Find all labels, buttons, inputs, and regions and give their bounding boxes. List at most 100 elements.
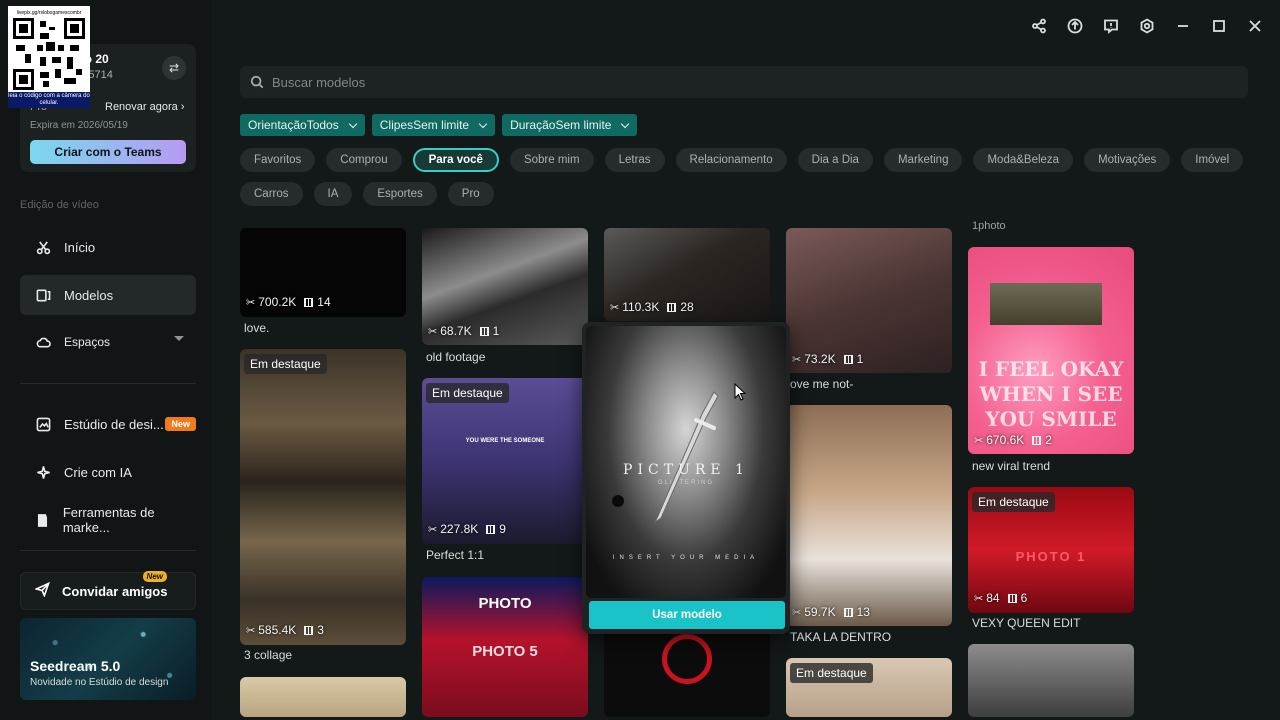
chip-ia[interactable]: IA xyxy=(313,182,353,206)
chip-para-voce[interactable]: Para você xyxy=(412,148,499,172)
card-stats: ✂ 585.4K 3 xyxy=(246,623,324,637)
template-card[interactable]: Em destaque ✂ 585.4K 3 xyxy=(240,349,406,645)
feedback-icon[interactable] xyxy=(1100,12,1122,40)
minimize-icon[interactable] xyxy=(1172,12,1194,40)
template-card[interactable]: ✂ 73.2K 1 xyxy=(786,228,952,373)
template-card[interactable]: Em destaque YOU WERE THE SOMEONE ✂ 227.8K… xyxy=(422,378,588,544)
card-stats: ✂ 227.8K 9 xyxy=(428,522,506,536)
card-stats: ✂ 68.7K 1 xyxy=(428,324,500,338)
card-overlay-text: I FEEL OKAY WHEN I SEE YOU SMILE xyxy=(978,357,1124,431)
qr-code-icon xyxy=(13,18,85,90)
sidebar-item-ai[interactable]: Crie com IA xyxy=(20,452,196,492)
sidebar: obo 20 0365714 ⇄ Pro Renovar agora › Exp… xyxy=(0,0,212,720)
invite-friends-button[interactable]: Convidar amigos New xyxy=(20,571,196,610)
chip-motivacoes[interactable]: Motivações xyxy=(1084,148,1171,172)
sidebar-item-label: Ferramentas de marke... xyxy=(62,505,155,535)
filter-clips[interactable]: ClipesSem limite xyxy=(371,114,496,136)
upload-icon[interactable] xyxy=(1064,12,1086,40)
main-content: Buscar modelos OrientaçãoTodos ClipesSem… xyxy=(212,0,1280,720)
sidebar-item-label: Início xyxy=(64,239,96,255)
seedream-promo-banner[interactable]: Seedream 5.0 Novidade no Estúdio de desi… xyxy=(20,618,196,700)
chevron-right-icon: › xyxy=(180,101,185,113)
scissors-icon: ✂ xyxy=(792,606,802,619)
card-caption: 1photo xyxy=(972,220,1006,232)
chip-sobre-mim[interactable]: Sobre mim xyxy=(509,148,594,172)
featured-badge: Em destaque xyxy=(426,383,509,403)
mouse-cursor-icon xyxy=(734,383,747,401)
qr-overlay: livepix.gg/rslobogamescombr leia o códig… xyxy=(8,6,90,108)
sidebar-item-design-studio[interactable]: Estúdio de desi... New xyxy=(20,404,196,444)
chip-letras[interactable]: Letras xyxy=(604,148,665,172)
promo-title: Seedream 5.0 xyxy=(30,658,121,674)
scissors-icon: ✂ xyxy=(428,325,438,338)
scissors-icon: ✂ xyxy=(974,592,984,605)
search-placeholder: Buscar modelos xyxy=(272,74,366,90)
template-card[interactable]: Em destaque xyxy=(786,658,952,717)
chip-imovel[interactable]: Imóvel xyxy=(1181,148,1244,172)
chip-esportes[interactable]: Esportes xyxy=(363,182,437,206)
template-card[interactable]: ✂ 110.3K 28 xyxy=(604,228,770,321)
filter-duration[interactable]: DuraçãoSem limite xyxy=(502,114,638,136)
sidebar-item-inicio[interactable]: Início xyxy=(20,227,196,267)
clips-icon xyxy=(667,302,677,312)
maximize-icon[interactable] xyxy=(1208,12,1230,40)
preview-subtitle: GLITTERING xyxy=(657,480,714,486)
no-sign-icon xyxy=(662,634,712,684)
app-window: livepix.gg/rslobogamescombr leia o códig… xyxy=(0,0,1280,720)
template-card[interactable]: ✂ 59.7K 13 xyxy=(786,405,952,626)
window-controls xyxy=(1028,12,1266,40)
template-card[interactable] xyxy=(968,644,1134,717)
templates-icon xyxy=(34,286,52,304)
chip-relacionamento[interactable]: Relacionamento xyxy=(675,148,787,172)
card-stats: ✂ 84 6 xyxy=(974,591,1028,605)
card-caption: VEXY QUEEN EDIT xyxy=(972,616,1081,630)
search-input[interactable]: Buscar modelos xyxy=(240,66,1248,98)
chip-favoritos[interactable]: Favoritos xyxy=(240,148,316,172)
sidebar-item-espacos[interactable]: Espaços xyxy=(20,322,196,362)
clips-icon xyxy=(486,524,496,534)
send-icon xyxy=(34,581,62,600)
chip-pro[interactable]: Pro xyxy=(447,182,494,206)
card-overlay-text: YOU WERE THE SOMEONE xyxy=(465,438,545,444)
create-with-teams-button[interactable]: Criar com o Teams xyxy=(30,140,186,164)
use-template-button[interactable]: Usar modelo xyxy=(589,601,785,629)
scissors-icon: ✂ xyxy=(610,301,620,314)
settings-icon[interactable] xyxy=(1136,12,1158,40)
marketing-icon xyxy=(34,511,51,529)
template-card[interactable] xyxy=(240,677,406,717)
renew-link[interactable]: Renovar agora › xyxy=(105,101,185,113)
sidebar-item-modelos[interactable]: Modelos xyxy=(20,275,196,315)
template-card[interactable]: PHOTO PHOTO 5 xyxy=(422,577,588,717)
card-overlay-text: PHOTO 5 xyxy=(472,643,538,660)
section-label-video: Edição de vídeo xyxy=(20,199,99,211)
filter-orientation[interactable]: OrientaçãoTodos xyxy=(240,114,365,136)
featured-badge: Em destaque xyxy=(790,663,873,683)
new-badge: New xyxy=(165,417,196,431)
switch-account-button[interactable]: ⇄ xyxy=(162,56,186,80)
template-card[interactable]: Em destaque PHOTO 1 ✂ 84 6 xyxy=(968,487,1134,613)
scissors-icon: ✂ xyxy=(974,434,984,447)
chip-carros[interactable]: Carros xyxy=(240,182,303,206)
template-card[interactable]: I FEEL OKAY WHEN I SEE YOU SMILE ✂ 670.6K… xyxy=(968,247,1134,454)
template-card[interactable]: ✂ 700.2K 14 xyxy=(240,228,406,317)
clips-icon xyxy=(304,625,314,635)
card-photo xyxy=(990,283,1102,325)
template-card[interactable] xyxy=(604,626,770,717)
chip-comprou[interactable]: Comprou xyxy=(326,148,402,172)
chip-marketing[interactable]: Marketing xyxy=(883,148,963,172)
chip-moda-beleza[interactable]: Moda&Beleza xyxy=(973,148,1074,172)
card-caption: TAKA LA DENTRO xyxy=(790,630,892,644)
expiry-date: Expira em 2026/05/19 xyxy=(30,120,128,131)
scissors-icon: ✂ xyxy=(428,523,438,536)
close-icon[interactable] xyxy=(1244,12,1266,40)
chip-dia-a-dia[interactable]: Dia a Dia xyxy=(797,148,873,172)
promo-subtitle: Novidade no Estúdio de design xyxy=(30,677,169,688)
search-icon xyxy=(250,75,264,89)
sidebar-item-label: Modelos xyxy=(64,287,114,303)
chevron-down-icon xyxy=(174,336,184,341)
card-caption: old footage xyxy=(426,350,486,364)
share-icon[interactable] xyxy=(1028,12,1050,40)
template-card[interactable]: ✂ 68.7K 1 xyxy=(422,228,588,345)
featured-badge: Em destaque xyxy=(244,354,327,374)
sidebar-item-marketing-tools[interactable]: Ferramentas de marke... xyxy=(20,500,196,540)
